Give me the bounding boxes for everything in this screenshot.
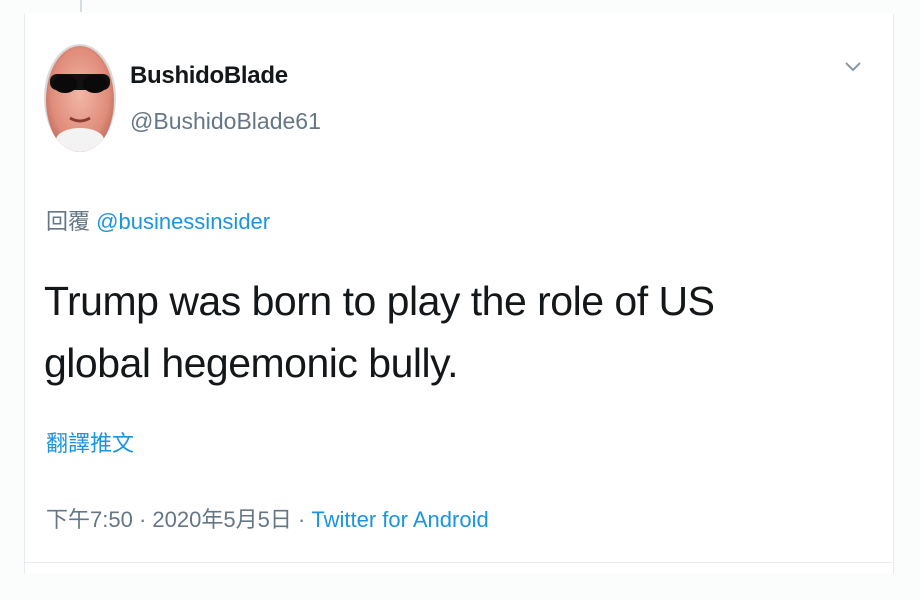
tweet-time[interactable]: 下午7:50 (46, 507, 133, 532)
meta-separator: · (297, 507, 306, 532)
reply-context: 回覆 @businessinsider (46, 204, 270, 236)
user-handle[interactable]: @BushidoBlade61 (130, 108, 321, 135)
tweet-text: Trump was born to play the role of US gl… (44, 278, 715, 386)
meta-separator: · (138, 507, 147, 532)
divider (24, 562, 892, 563)
avatar-image (44, 44, 116, 152)
reply-mention-link[interactable]: @businessinsider (96, 209, 270, 234)
tweet-date[interactable]: 2020年5月5日 (152, 507, 291, 532)
reply-prefix: 回覆 (46, 209, 91, 234)
tweet-source-link[interactable]: Twitter for Android (311, 507, 488, 532)
thread-connector (80, 0, 82, 12)
chevron-down-icon[interactable] (842, 56, 864, 78)
display-name[interactable]: BushidoBlade (130, 62, 288, 90)
tweet-meta: 下午7:50 · 2020年5月5日 · Twitter for Android (46, 502, 489, 534)
avatar[interactable] (44, 44, 116, 152)
translate-tweet-link[interactable]: 翻譯推文 (46, 426, 134, 458)
screenshot-frame: BushidoBlade @BushidoBlade61 回覆 @busines… (0, 0, 920, 600)
